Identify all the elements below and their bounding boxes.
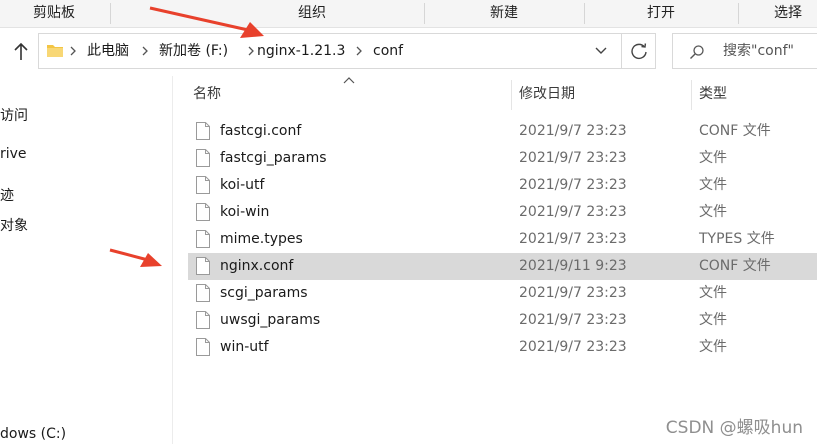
- file-type: TYPES 文件: [699, 231, 775, 247]
- file-modified: 2021/9/7 23:23: [519, 123, 627, 139]
- chevron-down-icon[interactable]: [595, 45, 607, 57]
- ribbon-group-open[interactable]: 打开: [586, 0, 736, 27]
- nav-item-quick-access[interactable]: 访问: [0, 105, 28, 125]
- file-icon: [196, 149, 210, 167]
- chevron-right-icon[interactable]: [355, 46, 363, 56]
- file-type: 文件: [699, 339, 727, 355]
- file-icon: [196, 338, 210, 356]
- file-icon: [196, 176, 210, 194]
- file-row[interactable]: koi-utf 2021/9/7 23:23 文件: [188, 172, 817, 199]
- file-type: 文件: [699, 177, 727, 193]
- file-modified: 2021/9/11 9:23: [519, 258, 627, 274]
- file-type: 文件: [699, 312, 727, 328]
- file-row[interactable]: fastcgi.conf 2021/9/7 23:23 CONF 文件: [188, 118, 817, 145]
- ribbon-group-select[interactable]: 选择: [740, 0, 817, 27]
- nav-item-3d-objects[interactable]: 对象: [0, 215, 28, 235]
- ribbon-group-clipboard[interactable]: 剪贴板: [0, 0, 108, 27]
- chevron-right-icon[interactable]: [141, 46, 149, 56]
- file-type: 文件: [699, 150, 727, 166]
- file-icon: [196, 203, 210, 221]
- search-box[interactable]: 搜索"conf": [672, 33, 817, 69]
- column-divider[interactable]: [511, 80, 512, 110]
- address-bar[interactable]: 此电脑 新加卷 (F:) nginx-1.21.3 conf: [38, 33, 656, 69]
- breadcrumb-nginx[interactable]: nginx-1.21.3: [257, 34, 345, 68]
- folder-icon: [47, 45, 63, 57]
- address-row: 此电脑 新加卷 (F:) nginx-1.21.3 conf 搜索"conf": [0, 28, 817, 76]
- file-row[interactable]: mime.types 2021/9/7 23:23 TYPES 文件: [188, 226, 817, 253]
- file-name: scgi_params: [220, 285, 308, 301]
- file-icon: [196, 311, 210, 329]
- breadcrumb-this-pc[interactable]: 此电脑: [87, 34, 129, 68]
- file-modified: 2021/9/7 23:23: [519, 285, 627, 301]
- refresh-button[interactable]: [621, 34, 656, 68]
- file-icon: [196, 284, 210, 302]
- file-type: 文件: [699, 204, 727, 220]
- file-icon: [196, 122, 210, 140]
- file-modified: 2021/9/7 23:23: [519, 231, 627, 247]
- file-name: mime.types: [220, 231, 303, 247]
- file-name: fastcgi_params: [220, 150, 327, 166]
- chevron-right-icon[interactable]: [69, 46, 77, 56]
- file-modified: 2021/9/7 23:23: [519, 150, 627, 166]
- ribbon-bar: 剪贴板 组织 新建 打开 选择: [0, 0, 817, 28]
- breadcrumb-conf[interactable]: conf: [373, 34, 403, 68]
- file-icon: [196, 257, 210, 275]
- ribbon-divider: [110, 3, 111, 24]
- file-name: uwsgi_params: [220, 312, 321, 328]
- file-name: nginx.conf: [220, 258, 294, 274]
- file-row[interactable]: koi-win 2021/9/7 23:23 文件: [188, 199, 817, 226]
- file-row[interactable]: fastcgi_params 2021/9/7 23:23 文件: [188, 145, 817, 172]
- ribbon-divider: [738, 3, 739, 24]
- search-placeholder: 搜索"conf": [723, 43, 794, 59]
- file-modified: 2021/9/7 23:23: [519, 312, 627, 328]
- file-type: CONF 文件: [699, 123, 771, 139]
- file-modified: 2021/9/7 23:23: [519, 177, 627, 193]
- file-name: fastcgi.conf: [220, 123, 302, 139]
- chevron-right-icon[interactable]: [247, 46, 255, 56]
- nav-item-onedrive[interactable]: rive: [0, 146, 27, 162]
- column-divider[interactable]: [691, 80, 692, 110]
- nav-item-pictures[interactable]: 迹: [0, 185, 14, 205]
- search-icon: [690, 45, 704, 59]
- file-name: koi-utf: [220, 177, 265, 193]
- ribbon-group-new[interactable]: 新建: [426, 0, 582, 27]
- file-row[interactable]: scgi_params 2021/9/7 23:23 文件: [188, 280, 817, 307]
- column-header-type[interactable]: 类型: [699, 76, 809, 112]
- nav-item-drive-c[interactable]: dows (C:): [0, 426, 66, 442]
- refresh-icon: [631, 43, 647, 60]
- file-row[interactable]: uwsgi_params 2021/9/7 23:23 文件: [188, 307, 817, 334]
- file-modified: 2021/9/7 23:23: [519, 204, 627, 220]
- column-header-name[interactable]: 名称: [193, 76, 503, 112]
- file-name: win-utf: [220, 339, 269, 355]
- file-type: 文件: [699, 285, 727, 301]
- up-arrow-icon[interactable]: [12, 42, 30, 62]
- file-icon: [196, 230, 210, 248]
- file-type: CONF 文件: [699, 258, 771, 274]
- watermark: CSDN @螺吸hun: [665, 418, 803, 438]
- file-modified: 2021/9/7 23:23: [519, 339, 627, 355]
- file-name: koi-win: [220, 204, 270, 220]
- column-header-modified[interactable]: 修改日期: [519, 76, 679, 112]
- file-row[interactable]: win-utf 2021/9/7 23:23 文件: [188, 334, 817, 361]
- file-row-selected[interactable]: nginx.conf 2021/9/11 9:23 CONF 文件: [188, 253, 817, 280]
- annotation-arrow-icon: [149, 6, 264, 38]
- annotation-arrow-icon: [109, 248, 162, 267]
- ribbon-divider: [424, 3, 425, 24]
- ribbon-divider: [584, 3, 585, 24]
